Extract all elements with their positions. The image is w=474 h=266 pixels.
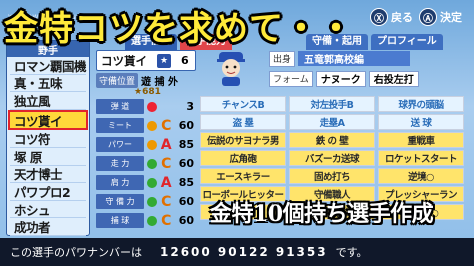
player-list-item[interactable]: パワプロ2 <box>10 183 86 201</box>
ability-icon <box>146 158 157 169</box>
ability-label: 肩 力 <box>96 175 144 190</box>
ability-label: パワー <box>96 137 144 152</box>
ability-grade: C <box>161 212 172 229</box>
back-label: 戻る <box>391 11 413 24</box>
player-list-item[interactable]: コツ貰イ <box>8 109 88 131</box>
player-list-item[interactable]: 天才博士 <box>10 166 86 184</box>
skill-cell[interactable]: ロケットスタート <box>378 150 464 166</box>
star-icon: ★ <box>157 53 171 68</box>
skill-cell[interactable]: 走塁A <box>289 114 375 130</box>
skill-cell[interactable]: バズーカ送球 <box>289 150 375 166</box>
ability-icon <box>146 215 157 226</box>
form-row: フォーム ナヌーク 右投左打 <box>269 70 465 87</box>
skill-cell[interactable]: 盗 塁 <box>200 114 286 130</box>
skill-cell[interactable]: 広角砲 <box>200 150 286 166</box>
back-button[interactable]: Ⓧ 戻る <box>370 8 413 26</box>
ability-row: パワー A 85 <box>96 136 194 153</box>
ability-row: 守 備 力 C 60 <box>96 193 194 210</box>
form-value: ナヌーク <box>315 70 366 87</box>
position-label: 守備位置 <box>96 72 139 88</box>
rating-note: ★681 <box>134 87 161 97</box>
player-list-item[interactable]: 独立風 <box>10 92 86 110</box>
ability-icon <box>146 177 157 188</box>
confirm-label: 決定 <box>440 11 462 24</box>
top-buttons: Ⓧ 戻る Ⓐ 決定 <box>370 8 462 26</box>
form-label: フォーム <box>269 70 313 87</box>
skill-cell[interactable]: 球界の頭脳 <box>378 96 464 112</box>
player-list-item[interactable]: ホシュ <box>10 201 86 219</box>
ability-icon <box>146 196 157 207</box>
tab-profile[interactable]: プロフィール <box>371 34 443 50</box>
player-avatar <box>196 50 266 90</box>
school-label: 出身 <box>269 50 296 67</box>
skill-cell[interactable]: 鉄 の 壁 <box>289 132 375 148</box>
player-list-item[interactable]: 成功者 <box>10 218 86 236</box>
ability-value: 85 <box>178 138 194 151</box>
player-list-item[interactable]: 真・五味 <box>10 75 86 93</box>
skill-cell[interactable]: 送 球 <box>378 114 464 130</box>
pawa-number-bar: この選手のパワナンバーは 12600 90122 91353 です。 <box>0 238 474 266</box>
ability-label: 弾 道 <box>96 99 144 114</box>
ability-icon <box>146 120 157 131</box>
ability-value: 60 <box>178 195 194 208</box>
ability-grade: C <box>161 117 172 134</box>
ability-row: 肩 力 A 85 <box>96 174 194 191</box>
ability-label: 走 力 <box>96 156 144 171</box>
throw-bat-value: 右投左打 <box>368 70 419 87</box>
ability-row: 捕 球 C 60 <box>96 212 194 229</box>
ability-icon <box>146 101 157 112</box>
skill-cell[interactable]: チャンスB <box>200 96 286 112</box>
player-name: コツ貰イ <box>101 53 147 68</box>
ability-grade: C <box>161 155 172 172</box>
confirm-button[interactable]: Ⓐ 決定 <box>419 8 462 26</box>
player-list-item[interactable]: ロマン覇国機 <box>10 57 87 75</box>
ability-label: 守 備 力 <box>96 194 144 209</box>
player-list: 野手 ロマン覇国機 真・五味 独立風 コツ貰イ コツ符塚 原天才博士 パワプロ2 ホシュ 成功… <box>6 40 90 236</box>
ability-label: 捕 球 <box>96 213 144 228</box>
player-number: 6 <box>181 54 189 67</box>
ability-grade: C <box>161 193 172 210</box>
avatar-icon <box>217 52 245 86</box>
skill-cell[interactable]: 逆境○ <box>378 168 464 184</box>
position-value: 遊 捕 外 <box>141 76 178 88</box>
ability-value: 85 <box>178 176 194 189</box>
skill-cell[interactable]: 重戦車 <box>378 132 464 148</box>
skill-cell[interactable]: エースキラー <box>200 168 286 184</box>
ability-value: 60 <box>178 214 194 227</box>
ability-row: ミート C 60 <box>96 117 194 134</box>
ability-panel: コツ貰イ ★ 6 守備位置 遊 捕 外 ★681 弾 道 3 ミート C 60 パワー A 8… <box>96 50 196 240</box>
ability-row: 弾 道 3 <box>96 98 194 115</box>
skill-cell[interactable]: 伝説のサヨナラ男 <box>200 132 286 148</box>
x-button-icon: Ⓧ <box>370 8 388 26</box>
ability-row: 走 力 C 60 <box>96 155 194 172</box>
a-button-icon: Ⓐ <box>419 8 437 26</box>
video-caption: 金特10個持ち選手作成 <box>210 201 434 227</box>
player-nameplate: コツ貰イ ★ 6 <box>96 50 196 71</box>
ability-label: ミート <box>96 118 144 133</box>
pawa-number-label: この選手のパワナンバーは <box>10 246 142 259</box>
ability-icon <box>146 139 157 150</box>
player-list-item[interactable]: コツ符 <box>10 130 86 148</box>
ability-value: 60 <box>178 119 194 132</box>
pawa-number-suffix: です。 <box>335 246 368 259</box>
position-row: 守備位置 遊 捕 外 <box>96 72 194 88</box>
ability-value: 60 <box>178 157 194 170</box>
video-title: 金特コツを求めて・・ <box>4 8 354 49</box>
school-row: 出身 五竜郭高校編 <box>269 50 465 67</box>
ability-grade: A <box>160 136 172 153</box>
ability-grade: A <box>160 174 172 191</box>
pawa-number-code: 12600 90122 91353 <box>160 245 328 259</box>
skill-cell[interactable]: 固め打ち <box>289 168 375 184</box>
skill-cell[interactable]: 対左投手B <box>289 96 375 112</box>
ability-value: 3 <box>186 100 194 113</box>
player-list-item[interactable]: 塚 原 <box>10 148 86 166</box>
school-value: 五竜郭高校編 <box>298 51 411 66</box>
